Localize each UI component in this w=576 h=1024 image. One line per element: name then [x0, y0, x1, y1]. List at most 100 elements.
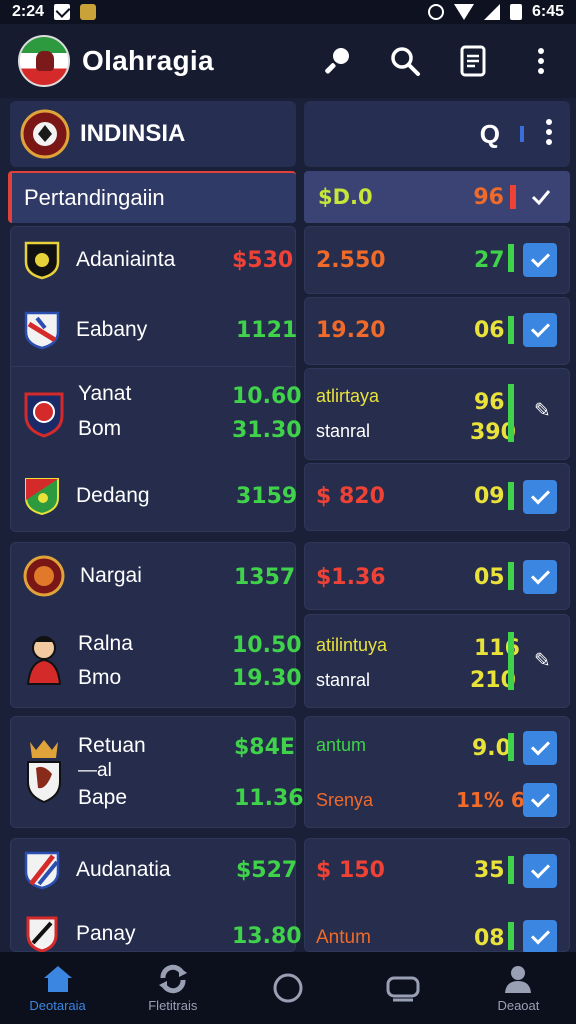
odds-card[interactable] — [304, 368, 570, 460]
edit-icon[interactable]: ✎ — [534, 648, 551, 673]
notification-badge-icon — [80, 4, 97, 20]
team-value: $84E — [234, 735, 295, 760]
team-name: Adaniainta — [76, 248, 176, 271]
bottom-nav: Deotaraia Fletitrais Deaoat — [0, 952, 576, 1024]
team-name-secondary: Bom — [78, 417, 122, 440]
search-icon[interactable] — [388, 44, 422, 78]
count-bar — [508, 922, 514, 950]
app-logo — [18, 35, 70, 87]
checkbox[interactable] — [523, 243, 557, 277]
circle-icon — [273, 973, 303, 1003]
team-value-secondary: 31.30 — [232, 418, 302, 443]
header-indicator — [520, 126, 524, 142]
list-item[interactable]: Eabany — [22, 310, 147, 350]
list-item[interactable]: Nargai — [22, 554, 142, 598]
odds-count: 96 — [474, 390, 505, 415]
nav-refresh-label: Fletitrais — [148, 997, 198, 1013]
team-shield-icon — [22, 914, 62, 954]
nav-profile-label: Deaoat — [497, 997, 540, 1013]
team-value-secondary: 19.30 — [232, 666, 302, 691]
checkbox[interactable] — [523, 920, 557, 954]
checkbox[interactable] — [523, 783, 557, 817]
document-icon[interactable] — [456, 44, 490, 78]
odds-label: atlirtaya — [316, 386, 380, 406]
nav-circle[interactable] — [230, 952, 345, 1024]
odds-value: $ 820 — [316, 484, 385, 509]
wifi-icon — [453, 4, 474, 20]
odds-value: $ 150 — [316, 858, 385, 883]
team-value: 1357 — [234, 565, 296, 590]
whistle-icon[interactable] — [320, 44, 354, 78]
nav-tv[interactable] — [346, 952, 461, 1024]
home-icon — [43, 965, 72, 992]
app-bar: Olahragia — [0, 24, 576, 98]
team-name: Dedang — [76, 484, 150, 507]
tv-icon — [386, 976, 420, 1002]
status-time-right: 6:45 — [531, 3, 564, 20]
nav-refresh[interactable]: Fletitrais — [115, 952, 230, 1024]
tab-pertandingan[interactable]: Pertandingaiin — [8, 171, 296, 223]
team-value: 10.60 — [232, 384, 302, 409]
header-q-label[interactable]: Q — [480, 119, 500, 150]
list-item[interactable] — [22, 634, 66, 686]
team-value: 13.80 — [232, 924, 302, 949]
nav-profile[interactable]: Deaoat — [461, 952, 576, 1024]
list-item[interactable]: Dedang — [22, 476, 150, 516]
battery-icon — [509, 4, 522, 20]
count-bar — [508, 316, 514, 344]
count-bar — [508, 244, 514, 272]
team-name: Panay — [76, 922, 136, 945]
league-title: INDINSIA — [80, 120, 186, 147]
status-bar: 2:24 6:45 — [0, 0, 576, 24]
more-vert-icon[interactable] — [524, 44, 558, 78]
team-name-secondary: Bape — [78, 786, 128, 809]
checkbox[interactable] — [523, 560, 557, 594]
checkbox[interactable] — [523, 731, 557, 765]
odds-card[interactable] — [304, 614, 570, 708]
alarm-icon — [427, 4, 444, 20]
odds-value: 2.550 — [316, 248, 386, 273]
refresh-icon — [158, 964, 187, 993]
odds-count-secondary: 11% 6 — [456, 788, 525, 812]
checkbox[interactable] — [523, 313, 557, 347]
nav-home-label: Deotaraia — [29, 997, 86, 1013]
edit-icon[interactable]: ✎ — [534, 398, 551, 423]
odds-count: 9.0 — [472, 736, 511, 761]
team-value: 3159 — [236, 484, 298, 509]
nav-home[interactable]: Deotaraia — [0, 952, 115, 1024]
check-icon[interactable] — [526, 182, 556, 212]
odds-count: 35 — [474, 858, 505, 883]
summary-count: 96 — [473, 184, 504, 210]
team-shield-icon — [22, 476, 62, 516]
count-bar — [510, 185, 516, 209]
odds-label-secondary: stanral — [316, 421, 371, 441]
list-item[interactable]: Panay — [22, 914, 136, 954]
checkbox[interactable] — [523, 854, 557, 888]
team-name-sub: —al — [78, 760, 112, 781]
more-vert-icon[interactable] — [544, 118, 554, 151]
team-value: 10.50 — [232, 633, 302, 658]
odds-label-secondary: Srenya — [316, 790, 374, 810]
team-name: Yanat — [78, 382, 132, 405]
pertandingan-summary: $D.0 96 — [304, 171, 570, 223]
odds-count: 06 — [474, 318, 505, 343]
team-shield-icon — [22, 310, 62, 350]
app-title: Olahragia — [82, 45, 214, 76]
odds-count: 27 — [474, 248, 505, 273]
list-item[interactable]: Audanatia — [22, 850, 171, 890]
count-bar — [508, 632, 514, 690]
league-header[interactable]: INDINSIA — [10, 101, 296, 167]
checkbox[interactable] — [523, 480, 557, 514]
list-item[interactable] — [22, 390, 66, 438]
count-bar — [508, 482, 514, 510]
team-shield-icon — [22, 850, 62, 890]
list-item[interactable]: Adaniainta — [22, 240, 175, 280]
odds-label: atilintuya — [316, 635, 388, 655]
divider — [10, 366, 296, 367]
count-bar — [508, 856, 514, 884]
list-item[interactable] — [22, 738, 66, 804]
odds-label: Antum — [316, 927, 371, 948]
odds-count: 09 — [474, 484, 505, 509]
summary-value: $D.0 — [318, 185, 373, 209]
team-value: $527 — [236, 858, 298, 883]
